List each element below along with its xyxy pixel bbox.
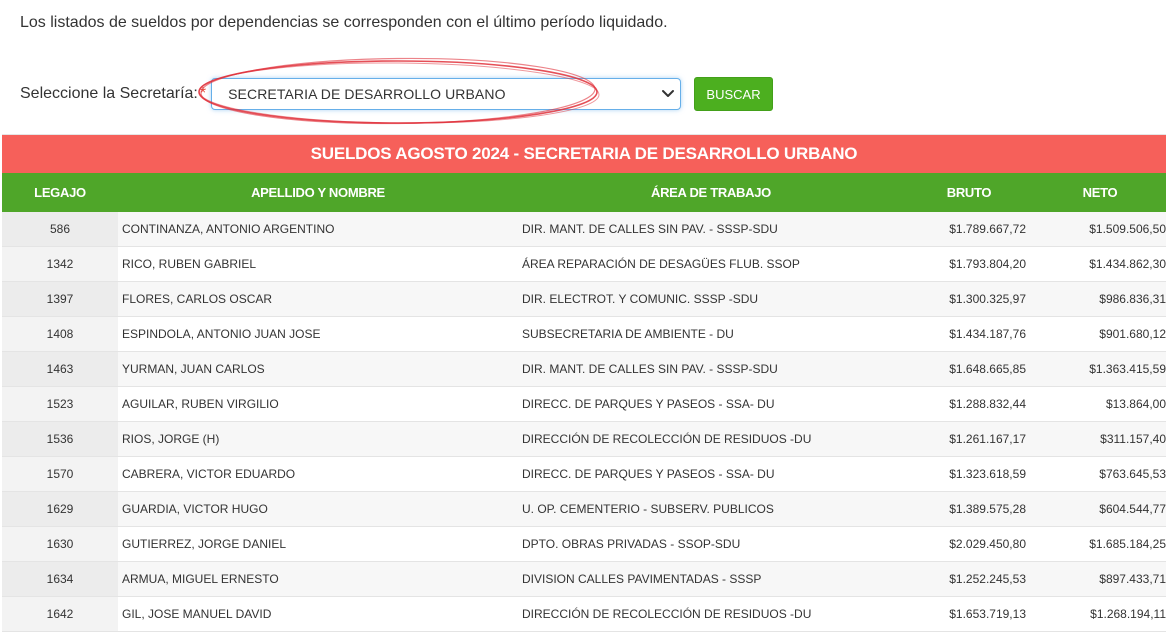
table-row: 1408 ESPINDOLA, ANTONIO JUAN JOSE SUBSEC… xyxy=(2,316,1166,352)
table-row: 1634 ARMUA, MIGUEL ERNESTO DIVISION CALL… xyxy=(2,561,1166,597)
salary-table: LEGAJO APELLIDO Y NOMBRE ÁREA DE TRABAJO… xyxy=(2,173,1166,632)
intro-text: Los listados de sueldos por dependencias… xyxy=(20,14,668,31)
cell-nombre: GUARDIA, VICTOR HUGO xyxy=(118,491,518,527)
cell-area: ÁREA REPARACIÓN DE DESAGÜES FLUB. SSOP xyxy=(518,246,904,282)
cell-bruto: $1.434.187,76 xyxy=(904,316,1034,352)
cell-nombre: RIOS, JORGE (H) xyxy=(118,421,518,457)
cell-legajo: 1634 xyxy=(2,561,118,597)
cell-area: U. OP. CEMENTERIO - SUBSERV. PUBLICOS xyxy=(518,491,904,527)
cell-bruto: $1.648.665,85 xyxy=(904,351,1034,387)
cell-neto: $1.268.194,11 xyxy=(1034,596,1166,632)
table-row: 1629 GUARDIA, VICTOR HUGO U. OP. CEMENTE… xyxy=(2,491,1166,527)
secretaria-select-value: SECRETARIA DE DESARROLLO URBANO xyxy=(228,86,506,102)
cell-nombre: ESPINDOLA, ANTONIO JUAN JOSE xyxy=(118,316,518,352)
secretaria-label: Seleccione la Secretaría: xyxy=(20,85,198,102)
cell-neto: $1.685.184,25 xyxy=(1034,526,1166,562)
cell-bruto: $1.323.618,59 xyxy=(904,456,1034,492)
cell-area: DIVISION CALLES PAVIMENTADAS - SSSP xyxy=(518,561,904,597)
cell-legajo: 1397 xyxy=(2,281,118,317)
header-neto[interactable]: NETO xyxy=(1034,173,1166,212)
cell-nombre: YURMAN, JUAN CARLOS xyxy=(118,351,518,387)
chevron-down-icon xyxy=(662,90,675,97)
cell-legajo: 1342 xyxy=(2,246,118,282)
table-row: 1463 YURMAN, JUAN CARLOS DIR. MANT. DE C… xyxy=(2,351,1166,387)
cell-nombre: CONTINANZA, ANTONIO ARGENTINO xyxy=(118,212,518,247)
required-mark: * xyxy=(199,85,207,102)
cell-legajo: 1629 xyxy=(2,491,118,527)
header-nombre[interactable]: APELLIDO Y NOMBRE xyxy=(118,173,518,212)
cell-area: DIRECC. DE PARQUES Y PASEOS - SSA- DU xyxy=(518,456,904,492)
cell-bruto: $1.261.167,17 xyxy=(904,421,1034,457)
header-legajo[interactable]: LEGAJO xyxy=(2,173,118,212)
cell-area: SUBSECRETARIA DE AMBIENTE - DU xyxy=(518,316,904,352)
cell-area: DIR. MANT. DE CALLES SIN PAV. - SSSP-SDU xyxy=(518,212,904,247)
cell-neto: $1.509.506,50 xyxy=(1034,212,1166,247)
cell-neto: $604.544,77 xyxy=(1034,491,1166,527)
salary-table-container: SUELDOS AGOSTO 2024 - SECRETARIA DE DESA… xyxy=(2,134,1166,632)
secretaria-select[interactable]: SECRETARIA DE DESARROLLO URBANO xyxy=(211,78,682,110)
table-row: 1570 CABRERA, VICTOR EDUARDO DIRECC. DE … xyxy=(2,456,1166,492)
cell-neto: $986.836,31 xyxy=(1034,281,1166,317)
cell-nombre: FLORES, CARLOS OSCAR xyxy=(118,281,518,317)
cell-bruto: $1.653.719,13 xyxy=(904,596,1034,632)
table-row: 1342 RICO, RUBEN GABRIEL ÁREA REPARACIÓN… xyxy=(2,246,1166,282)
search-button[interactable]: BUSCAR xyxy=(694,77,773,111)
cell-area: DIRECC. DE PARQUES Y PASEOS - SSA- DU xyxy=(518,386,904,422)
cell-nombre: GIL, JOSE MANUEL DAVID xyxy=(118,596,518,632)
cell-legajo: 1408 xyxy=(2,316,118,352)
cell-nombre: CABRERA, VICTOR EDUARDO xyxy=(118,456,518,492)
cell-legajo: 586 xyxy=(2,212,118,247)
cell-nombre: RICO, RUBEN GABRIEL xyxy=(118,246,518,282)
cell-bruto: $1.389.575,28 xyxy=(904,491,1034,527)
cell-area: DPTO. OBRAS PRIVADAS - SSOP-SDU xyxy=(518,526,904,562)
cell-neto: $901.680,12 xyxy=(1034,316,1166,352)
table-title: SUELDOS AGOSTO 2024 - SECRETARIA DE DESA… xyxy=(2,134,1166,173)
cell-neto: $897.433,71 xyxy=(1034,561,1166,597)
cell-legajo: 1570 xyxy=(2,456,118,492)
header-area[interactable]: ÁREA DE TRABAJO xyxy=(518,173,904,212)
cell-bruto: $1.252.245,53 xyxy=(904,561,1034,597)
cell-neto: $763.645,53 xyxy=(1034,456,1166,492)
table-header-row: LEGAJO APELLIDO Y NOMBRE ÁREA DE TRABAJO… xyxy=(2,173,1166,212)
cell-area: DIRECCIÓN DE RECOLECCIÓN DE RESIDUOS -DU xyxy=(518,596,904,632)
cell-legajo: 1630 xyxy=(2,526,118,562)
cell-nombre: GUTIERREZ, JORGE DANIEL xyxy=(118,526,518,562)
cell-area: DIR. ELECTROT. Y COMUNIC. SSSP -SDU xyxy=(518,281,904,317)
table-row: 1523 AGUILAR, RUBEN VIRGILIO DIRECC. DE … xyxy=(2,386,1166,422)
cell-neto: $1.363.415,59 xyxy=(1034,351,1166,387)
cell-legajo: 1523 xyxy=(2,386,118,422)
cell-bruto: $1.789.667,72 xyxy=(904,212,1034,247)
table-row: 1536 RIOS, JORGE (H) DIRECCIÓN DE RECOLE… xyxy=(2,421,1166,457)
table-row: 1630 GUTIERREZ, JORGE DANIEL DPTO. OBRAS… xyxy=(2,526,1166,562)
secretaria-form: Seleccione la Secretaría: * SECRETARIA D… xyxy=(20,77,682,111)
cell-area: DIR. MANT. DE CALLES SIN PAV. - SSSP-SDU xyxy=(518,351,904,387)
cell-nombre: ARMUA, MIGUEL ERNESTO xyxy=(118,561,518,597)
cell-bruto: $1.288.832,44 xyxy=(904,386,1034,422)
cell-bruto: $1.793.804,20 xyxy=(904,246,1034,282)
cell-legajo: 1463 xyxy=(2,351,118,387)
cell-neto: $13.864,00 xyxy=(1034,386,1166,422)
table-row: 1397 FLORES, CARLOS OSCAR DIR. ELECTROT.… xyxy=(2,281,1166,317)
cell-bruto: $2.029.450,80 xyxy=(904,526,1034,562)
cell-neto: $1.434.862,30 xyxy=(1034,246,1166,282)
cell-neto: $311.157,40 xyxy=(1034,421,1166,457)
table-row: 1642 GIL, JOSE MANUEL DAVID DIRECCIÓN DE… xyxy=(2,596,1166,632)
table-row: 586 CONTINANZA, ANTONIO ARGENTINO DIR. M… xyxy=(2,212,1166,247)
cell-bruto: $1.300.325,97 xyxy=(904,281,1034,317)
cell-nombre: AGUILAR, RUBEN VIRGILIO xyxy=(118,386,518,422)
cell-area: DIRECCIÓN DE RECOLECCIÓN DE RESIDUOS -DU xyxy=(518,421,904,457)
cell-legajo: 1536 xyxy=(2,421,118,457)
header-bruto[interactable]: BRUTO xyxy=(904,173,1034,212)
cell-legajo: 1642 xyxy=(2,596,118,632)
